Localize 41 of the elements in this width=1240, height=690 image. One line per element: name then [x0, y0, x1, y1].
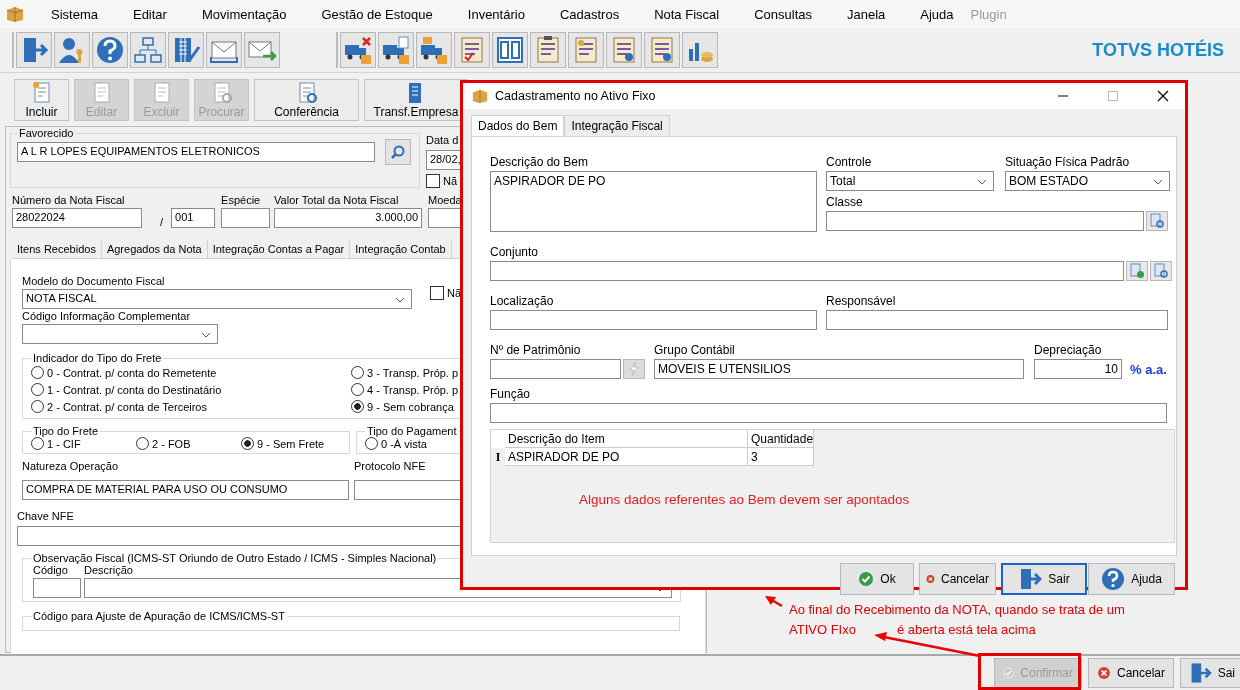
field-label: Grupo Contábil: [654, 343, 735, 357]
unit-text: % a.a.: [1130, 361, 1167, 377]
field-label: Valor Total da Nota Fiscal: [274, 194, 399, 206]
field-label: Localização: [490, 294, 554, 308]
field-label: Conjunto: [490, 245, 539, 259]
annotation-text: Ao final do Recebimento da NOTA, quando se trata de um: [789, 602, 1125, 617]
field-label: Descrição do Bem: [490, 155, 589, 169]
field-label: Chave NFE: [17, 510, 74, 522]
row-marker: I: [494, 449, 502, 465]
field-label: Código: [33, 564, 68, 576]
note-text: Alguns dados referentes ao Bem devem ser apontados: [579, 492, 910, 507]
annotation-text: é aberta está tela acima: [897, 622, 1036, 637]
separator-text: /: [160, 216, 164, 228]
field-label: Modelo do Documento Fiscal: [22, 275, 165, 287]
field-label: Data d: [426, 134, 459, 146]
annotation-text: ATIVO FIxo: [789, 622, 856, 637]
group-title: Tipo do Frete: [32, 425, 99, 437]
field-label: Número da Nota Fiscal: [12, 194, 125, 206]
table-cell: ASPIRADOR DE PO: [505, 448, 748, 466]
field-label: Responsável: [826, 294, 896, 308]
field-label: Função: [490, 387, 531, 401]
brand-logo-text: TOTVS HOTÉIS: [1092, 39, 1224, 61]
field-label: Descrição: [84, 564, 133, 576]
field-label: Favorecido: [18, 127, 75, 139]
window-title: Cadastramento no Ativo Fixo: [495, 89, 657, 103]
group-title: Observação Fiscal (ICMS-ST Oriundo de Outro Estado / ICMS - Simples Nacional): [32, 552, 438, 564]
group-title: Código para Ajuste de Apuração de ICMS/ICMS-ST: [32, 610, 286, 622]
field-label: Nº de Patrimônio: [490, 343, 581, 357]
table-cell: 3: [748, 448, 814, 466]
field-label: Espécie: [221, 194, 261, 206]
column-header: Descrição do Item: [505, 430, 748, 448]
column-header: Quantidade: [748, 430, 814, 448]
field-label: Depreciação: [1034, 343, 1102, 357]
group-title: Indicador do Tipo do Frete: [32, 352, 163, 364]
field-label: Código Informação Complementar: [22, 310, 191, 322]
field-label: Protocolo NFE: [354, 460, 426, 472]
field-label: Natureza Operação: [22, 460, 118, 472]
field-label: Classe: [826, 195, 863, 209]
field-label: Controle: [826, 155, 872, 169]
group-title: Tipo do Pagament: [366, 425, 458, 437]
field-label: Situação Física Padrão: [1005, 155, 1130, 169]
